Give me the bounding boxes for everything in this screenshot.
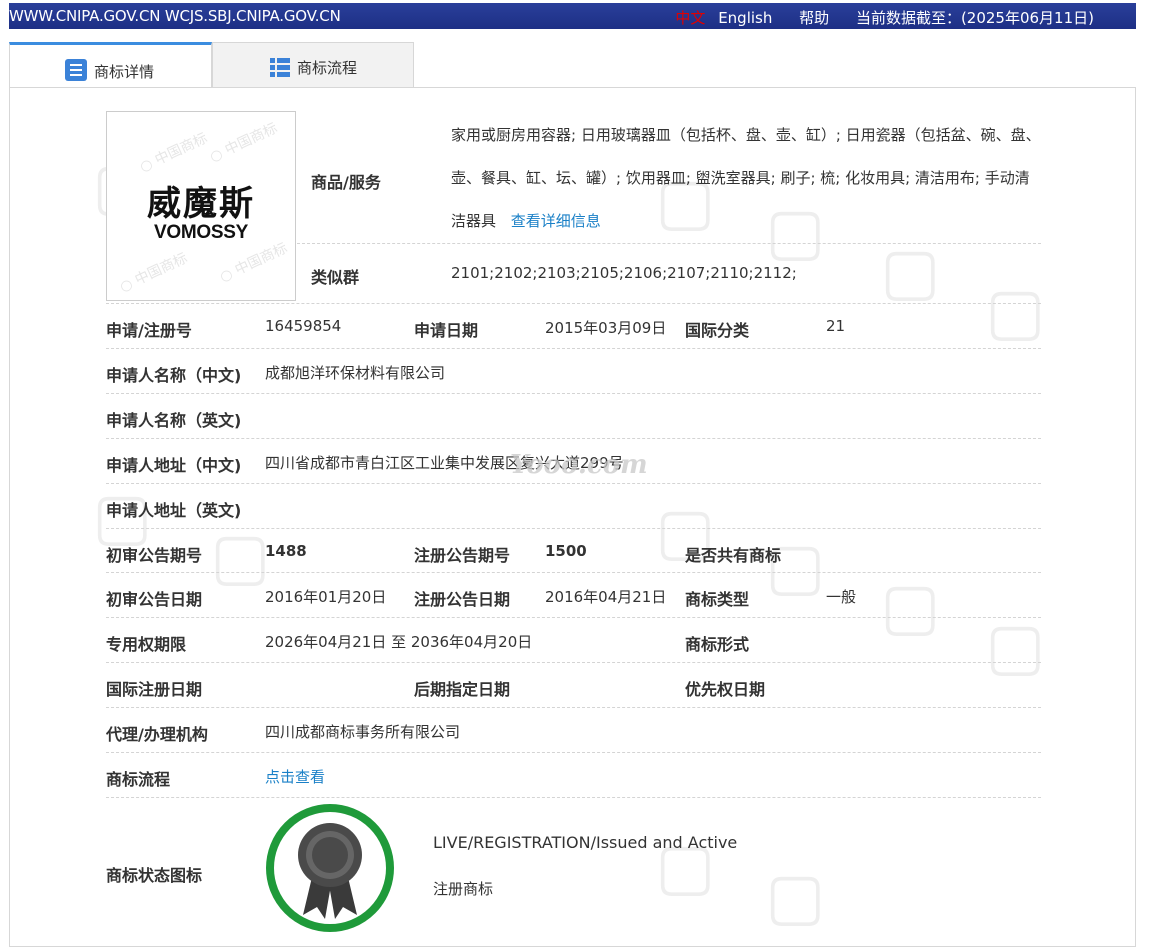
logo-chinese-text: 威魔斯 [147, 184, 255, 224]
priority-date-label: 优先权日期 [685, 680, 766, 699]
reg-date-value: 2016年04月21日 [545, 588, 667, 606]
trademark-logo-image: ○ 中国商标 ○ 中国商标 ○ 中国商标 ○ 中国商标 威魔斯 VOMOSSY [106, 111, 296, 301]
row-divider [297, 243, 1041, 244]
row-divider [106, 797, 1041, 798]
row-divider [106, 752, 1041, 753]
prelim-date-label: 初审公告日期 [106, 590, 203, 609]
row-divider [106, 572, 1041, 573]
tm-type-label: 商标类型 [685, 590, 750, 609]
intl-class-label: 国际分类 [685, 321, 750, 340]
row-divider [106, 528, 1041, 529]
prelim-issue-value: 1488 [265, 542, 307, 560]
row-divider [106, 617, 1041, 618]
tm-form-label: 商标形式 [685, 635, 750, 654]
reg-date-label: 注册公告日期 [414, 590, 511, 609]
shared-trademark-label: 是否共有商标 [685, 546, 782, 565]
exclusive-period-label: 专用权期限 [106, 635, 187, 654]
logo-english-text: VOMOSSY [154, 222, 248, 243]
help-link[interactable]: 帮助 [799, 9, 829, 27]
intl-reg-date-label: 国际注册日期 [106, 680, 203, 699]
applicant-cn-value: 成都旭洋环保材料有限公司 [265, 364, 446, 382]
trademark-flow-label: 商标流程 [106, 770, 171, 789]
similar-group-label: 类似群 [311, 268, 360, 287]
site-urls[interactable]: WWW.CNIPA.GOV.CN WCJS.SBJ.CNIPA.GOV.CN [9, 7, 341, 25]
row-divider [106, 393, 1041, 394]
lang-en-link[interactable]: English [718, 9, 772, 27]
top-bar-right: 中文 English 帮助 当前数据截至：(2025年06月11日) [657, 7, 1094, 28]
tab-trademark-flow[interactable]: 商标流程 [212, 42, 414, 88]
reg-issue-label: 注册公告期号 [414, 546, 511, 565]
data-date: 当前数据截至：(2025年06月11日) [855, 9, 1094, 27]
tm-type-value: 一般 [826, 588, 857, 606]
list-icon [270, 58, 290, 77]
reg-issue-value: 1500 [545, 542, 587, 560]
agent-value: 四川成都商标事务所有限公司 [265, 723, 461, 741]
app-date-value: 2015年03月09日 [545, 319, 667, 337]
row-divider [106, 303, 1041, 304]
registered-badge-icon [266, 804, 394, 932]
view-details-link[interactable]: 查看详细信息 [511, 212, 601, 230]
tab-flow-label: 商标流程 [297, 59, 358, 77]
status-english: LIVE/REGISTRATION/Issued and Active [433, 833, 738, 852]
later-designation-date-label: 后期指定日期 [414, 680, 511, 699]
row-divider [106, 438, 1041, 439]
applicant-cn-label: 申请人名称（中文) [106, 366, 242, 385]
app-date-label: 申请日期 [414, 321, 479, 340]
agent-label: 代理/办理机构 [106, 725, 208, 744]
tab-trademark-detail[interactable]: 商标详情 [9, 42, 212, 88]
row-divider [106, 707, 1041, 708]
applicant-en-label: 申请人名称（英文) [106, 411, 242, 430]
prelim-issue-label: 初审公告期号 [106, 546, 203, 565]
status-chinese: 注册商标 [433, 880, 494, 898]
view-flow-link[interactable]: 点击查看 [265, 766, 325, 787]
address-en-label: 申请人地址（英文) [106, 501, 242, 520]
goods-services-value: 家用或厨房用容器; 日用玻璃器皿（包括杯、盘、壶、缸）; 日用瓷器（包括盆、碗、… [451, 114, 1041, 243]
top-bar: WWW.CNIPA.GOV.CN WCJS.SBJ.CNIPA.GOV.CN 中… [9, 3, 1136, 29]
row-divider [106, 483, 1041, 484]
tab-detail-label: 商标详情 [94, 63, 155, 81]
address-cn-label: 申请人地址（中文) [106, 456, 242, 475]
document-list-icon [65, 59, 87, 81]
intl-class-value: 21 [826, 317, 846, 335]
reg-no-label: 申请/注册号 [106, 321, 192, 340]
lang-cn-link[interactable]: 中文 [675, 9, 705, 27]
status-icon-label: 商标状态图标 [106, 866, 203, 885]
prelim-date-value: 2016年01月20日 [265, 588, 387, 606]
goods-services-label: 商品/服务 [311, 173, 381, 192]
exclusive-period-value: 2026年04月21日 至 2036年04月20日 [265, 633, 533, 651]
reg-no-value: 16459854 [265, 317, 342, 335]
site-watermark: Yooo.com [510, 450, 648, 480]
similar-group-value: 2101;2102;2103;2105;2106;2107;2110;2112; [451, 264, 797, 282]
row-divider [106, 662, 1041, 663]
row-divider [106, 348, 1041, 349]
